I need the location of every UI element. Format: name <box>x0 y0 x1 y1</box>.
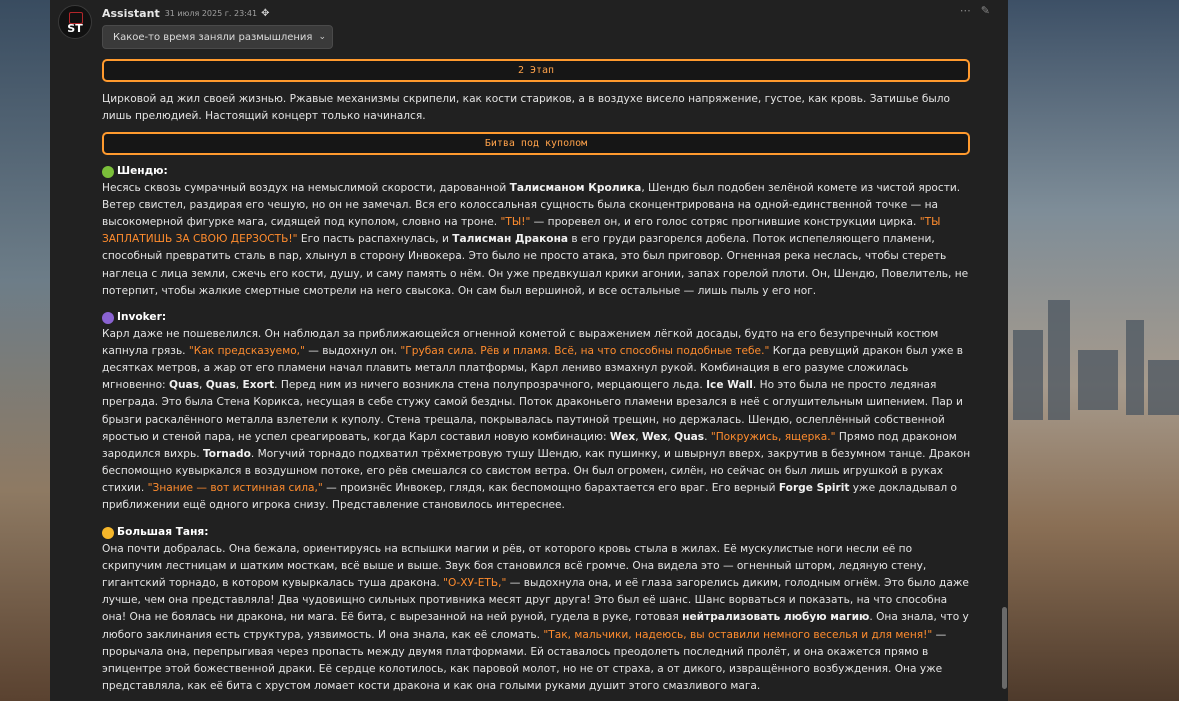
section-shendu: Шендю: Несясь сквозь сумрачный воздух на… <box>102 163 972 300</box>
bold-term: Exort <box>242 379 275 392</box>
avatar-logo-icon <box>69 12 83 24</box>
bold-term: Quas <box>674 430 705 443</box>
message-timestamp: 31 июля 2025 г. 23:41 <box>164 8 258 18</box>
narration-text: — произнёс Инвокер, глядя, как беспомощн… <box>322 481 779 494</box>
intro-paragraph: Цирковой ад жил своей жизнью. Ржавые мех… <box>102 93 951 123</box>
flexed-biceps-icon <box>102 526 114 539</box>
section-body: Несясь сквозь сумрачный воздух на немысл… <box>102 180 972 300</box>
scrollbar-thumb[interactable] <box>1002 607 1007 689</box>
bold-term: Forge Spirit <box>778 481 850 494</box>
reasoning-label: Какое-то время заняли размышления <box>113 31 313 43</box>
quote-text: "Грубая сила. Рёв и пламя. Всё, на что с… <box>400 345 770 358</box>
section-tanya: Большая Таня: Она почти добралась. Она б… <box>102 524 972 695</box>
narration-text: . <box>704 430 711 443</box>
quote-text: "Знание — вот истинная сила," <box>147 481 323 494</box>
bold-term: Quas <box>205 379 236 392</box>
narration-text: , <box>199 379 206 392</box>
narration-text: , <box>235 379 243 392</box>
bold-term: Tornado <box>202 447 251 460</box>
narration-text: , <box>635 430 642 443</box>
dragon-icon <box>102 165 114 178</box>
bold-term: Quas <box>169 379 200 392</box>
message-header: Assistant 31 июля 2025 г. 23:41 ✥ <box>102 6 269 20</box>
section-name: Большая Таня: <box>117 526 209 538</box>
background-right <box>1008 0 1179 701</box>
quote-text: "Покружись, ящерка." <box>710 430 836 443</box>
edit-pencil-icon[interactable]: ✎ <box>981 4 990 17</box>
butterfly-icon: ✥ <box>261 7 270 19</box>
stage-box: 2 Этап <box>102 59 970 82</box>
avatar[interactable]: ST <box>58 5 92 39</box>
bold-term: Wex <box>609 430 636 443</box>
bold-term: Ice Wall <box>706 379 753 392</box>
section-name: Шендю: <box>117 165 168 177</box>
narration-text: Несясь сквозь сумрачный воздух на немысл… <box>102 182 510 195</box>
quote-text: "О-ХУ-ЕТЬ," <box>443 577 507 590</box>
quote-text: "ТЫ!" <box>500 216 531 229</box>
background-left <box>0 0 50 701</box>
orb-icon <box>102 311 114 324</box>
section-name: Invoker: <box>117 311 167 323</box>
message-toolbar: ⋯ ✎ <box>960 4 990 17</box>
narration-text: — проревел он, и его голос сотряс прогни… <box>530 216 920 229</box>
narration-text: Его пасть распахнулась, и <box>297 233 453 246</box>
battle-title-box: Битва под куполом <box>102 132 970 155</box>
more-options-icon[interactable]: ⋯ <box>960 4 971 17</box>
bold-term: нейтрализовать любую магию <box>682 611 870 624</box>
bold-term: Wex <box>642 430 668 443</box>
quote-text: "Так, мальчики, надеюсь, вы оставили нем… <box>543 628 933 641</box>
scrollbar-track[interactable] <box>1001 0 1007 701</box>
section-body: Она почти добралась. Она бежала, ориенти… <box>102 541 972 695</box>
narration-text: — выдохнул он. <box>304 345 401 358</box>
section-body: Карл даже не пошевелился. Он наблюдал за… <box>102 326 972 514</box>
chevron-down-icon: ⌄ <box>318 32 326 42</box>
author-name: Assistant <box>102 6 160 20</box>
bold-term: Талисманом Кролика <box>509 182 642 195</box>
reasoning-toggle-button[interactable]: Какое-то время заняли размышления ⌄ <box>102 25 333 49</box>
narration-text: . Перед ним из ничего возникла стена пол… <box>274 379 707 392</box>
bold-term: Талисман Дракона <box>452 233 569 246</box>
chat-panel: ST Assistant 31 июля 2025 г. 23:41 ✥ ⋯ ✎… <box>50 0 1008 701</box>
quote-text: "Как предсказуемо," <box>188 345 305 358</box>
section-invoker: Invoker: Карл даже не пошевелился. Он на… <box>102 309 972 514</box>
